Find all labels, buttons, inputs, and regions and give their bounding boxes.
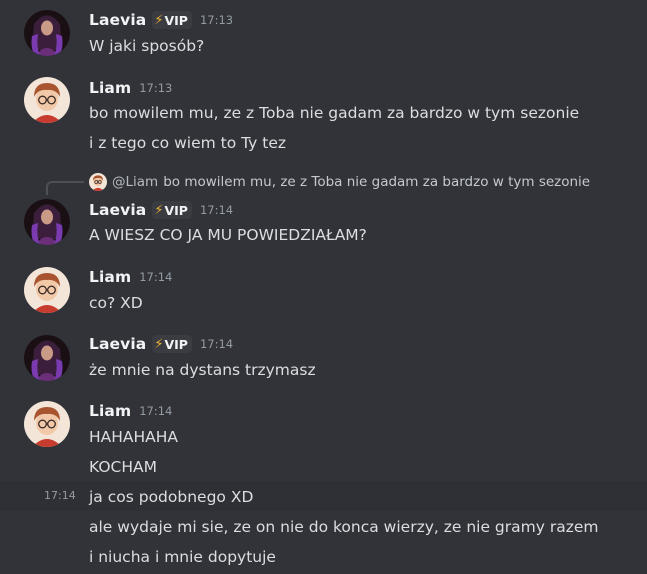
vip-badge[interactable]: ⚡ VIP	[152, 335, 192, 353]
message-text: KOCHAM	[89, 458, 157, 476]
badge-label: VIP	[164, 336, 188, 352]
reply-preview[interactable]: @Liam bo mowilem mu, ze z Toba nie gadam…	[89, 172, 590, 192]
avatar-laevia[interactable]	[24, 10, 70, 56]
message-text: W jaki sposób?	[89, 37, 205, 55]
message-text: i z tego co wiem to Ty tez	[89, 134, 287, 152]
reply-mention[interactable]: @Liam	[112, 174, 158, 190]
timestamp[interactable]: 17:14	[139, 404, 172, 418]
username[interactable]: Laevia	[89, 201, 146, 219]
message-header: Laevia ⚡ VIP 17:14	[89, 199, 233, 221]
message-header: Liam 17:14	[89, 400, 172, 422]
reply-text[interactable]: bo mowilem mu, ze z Toba nie gadam za ba…	[163, 174, 590, 190]
timestamp[interactable]: 17:14	[200, 337, 233, 351]
message-header: Laevia ⚡ VIP 17:13	[89, 9, 233, 31]
timestamp[interactable]: 17:13	[200, 13, 233, 27]
message-text: HAHAHAHA	[89, 428, 179, 446]
username[interactable]: Liam	[89, 79, 131, 97]
reply-spine	[46, 181, 84, 195]
vip-badge[interactable]: ⚡ VIP	[152, 11, 192, 29]
timestamp[interactable]: 17:13	[139, 81, 172, 95]
avatar-liam[interactable]	[24, 267, 70, 313]
username[interactable]: Liam	[89, 268, 131, 286]
message-text: bo mowilem mu, ze z Toba nie gadam za ba…	[89, 104, 580, 122]
avatar-laevia[interactable]	[24, 335, 70, 381]
avatar-laevia[interactable]	[24, 199, 70, 245]
message-text: co? XD	[89, 294, 143, 312]
timestamp[interactable]: 17:14	[200, 203, 233, 217]
message-text: i niucha i mnie dopytuje	[89, 548, 276, 566]
message-header: Liam 17:14	[89, 266, 172, 288]
message-text: ale wydaje mi sie, ze on nie do konca wi…	[89, 518, 599, 536]
badge-label: VIP	[164, 202, 188, 218]
lightning-bolt-icon: ⚡	[154, 336, 164, 352]
message-text: ja cos podobnego XD	[89, 488, 254, 506]
message-text: że mnie na dystans trzymasz	[89, 361, 316, 379]
message-text: A WIESZ CO JA MU POWIEDZIAŁAM?	[89, 226, 367, 244]
lightning-bolt-icon: ⚡	[154, 202, 164, 218]
username[interactable]: Laevia	[89, 11, 146, 29]
avatar-liam[interactable]	[24, 77, 70, 123]
reply-avatar-liam	[89, 173, 107, 191]
hover-timestamp[interactable]: 17:14	[44, 485, 76, 507]
vip-badge[interactable]: ⚡ VIP	[152, 201, 192, 219]
message-header: Laevia ⚡ VIP 17:14	[89, 333, 233, 355]
message-header: Liam 17:13	[89, 77, 172, 99]
avatar-liam[interactable]	[24, 401, 70, 447]
username[interactable]: Laevia	[89, 335, 146, 353]
lightning-bolt-icon: ⚡	[154, 12, 164, 28]
timestamp[interactable]: 17:14	[139, 270, 172, 284]
badge-label: VIP	[164, 12, 188, 28]
username[interactable]: Liam	[89, 402, 131, 420]
